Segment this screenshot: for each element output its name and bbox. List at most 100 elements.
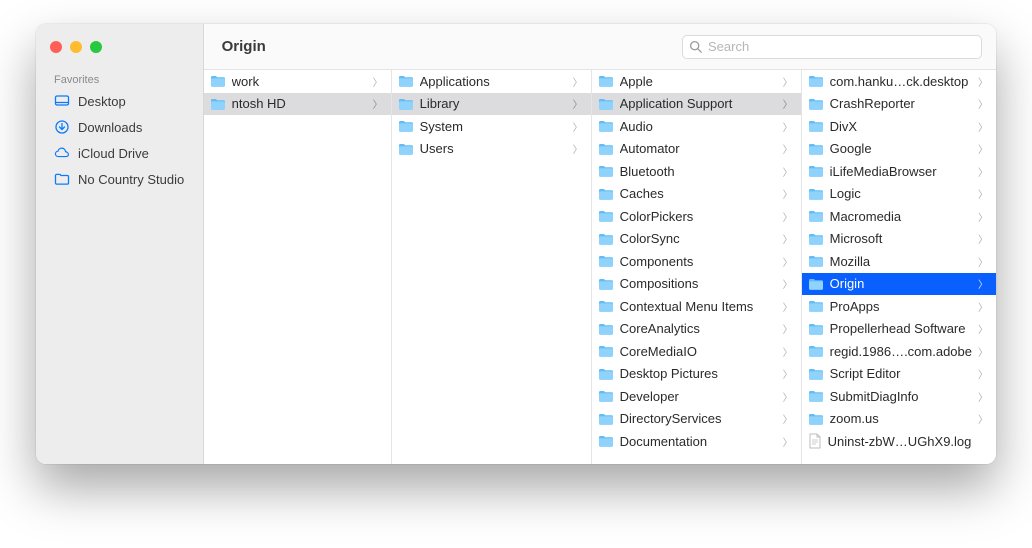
- folder-icon: [598, 322, 614, 336]
- folder-row[interactable]: Apple〉: [592, 70, 801, 93]
- item-label: Documentation: [620, 434, 777, 449]
- search-field[interactable]: [682, 35, 982, 59]
- folder-row[interactable]: Mozilla〉: [802, 250, 996, 273]
- chevron-right-icon: 〉: [978, 344, 988, 359]
- folder-row[interactable]: ntosh HD〉: [204, 93, 391, 116]
- folder-icon: [808, 142, 824, 156]
- folder-row[interactable]: ProApps〉: [802, 295, 996, 318]
- folder-icon: [598, 74, 614, 88]
- folder-row[interactable]: Audio〉: [592, 115, 801, 138]
- chevron-right-icon: 〉: [783, 231, 793, 246]
- folder-row[interactable]: Microsoft〉: [802, 228, 996, 251]
- folder-icon: [398, 74, 414, 88]
- folder-row[interactable]: zoom.us〉: [802, 408, 996, 431]
- folder-row[interactable]: Compositions〉: [592, 273, 801, 296]
- folder-row[interactable]: Contextual Menu Items〉: [592, 295, 801, 318]
- chevron-right-icon: 〉: [978, 209, 988, 224]
- folder-icon: [808, 277, 824, 291]
- folder-row[interactable]: Propellerhead Software〉: [802, 318, 996, 341]
- item-label: Users: [420, 141, 567, 156]
- folder-row[interactable]: Automator〉: [592, 138, 801, 161]
- chevron-right-icon: 〉: [783, 119, 793, 134]
- folder-row[interactable]: Components 〉: [592, 250, 801, 273]
- folder-icon: [54, 104, 70, 254]
- column-1[interactable]: Applications〉Library〉System〉 Users 〉: [392, 70, 592, 464]
- folder-icon: [808, 412, 824, 426]
- column-2[interactable]: Apple〉Application Support〉Audio〉Automato…: [592, 70, 802, 464]
- folder-icon: [808, 299, 824, 313]
- folder-row[interactable]: CoreAnalytics〉: [592, 318, 801, 341]
- sidebar-item[interactable]: No Country Studio: [36, 166, 203, 192]
- item-label: Application Support: [620, 96, 777, 111]
- folder-row[interactable]: Bluetooth〉: [592, 160, 801, 183]
- folder-row[interactable]: DirectoryServices〉: [592, 408, 801, 431]
- folder-icon: [598, 277, 614, 291]
- folder-row[interactable]: Developer〉: [592, 385, 801, 408]
- folder-icon: [598, 254, 614, 268]
- minimize-window-button[interactable]: [70, 41, 82, 53]
- folder-row[interactable]: work〉: [204, 70, 391, 93]
- folder-row[interactable]: Origin〉: [802, 273, 996, 296]
- folder-row[interactable]: SubmitDiagInfo〉: [802, 385, 996, 408]
- folder-icon: [398, 119, 414, 133]
- folder-row[interactable]: Google〉: [802, 138, 996, 161]
- sidebar-item-label: iCloud Drive: [78, 146, 149, 161]
- column-3[interactable]: com.hanku…ck.desktop〉CrashReporter〉DivX〉…: [802, 70, 996, 464]
- item-label: CoreAnalytics: [620, 321, 777, 336]
- column-0[interactable]: work〉ntosh HD〉: [204, 70, 392, 464]
- folder-row[interactable]: Desktop Pictures〉: [592, 363, 801, 386]
- sidebar: Favorites DesktopDownloadsiCloud DriveNo…: [36, 24, 204, 464]
- search-input[interactable]: [708, 39, 975, 54]
- column-view: work〉ntosh HD〉 Applications〉Library〉Syst…: [204, 70, 996, 464]
- folder-row[interactable]: Logic〉: [802, 183, 996, 206]
- item-label: Logic: [830, 186, 972, 201]
- folder-row[interactable]: Library〉: [392, 93, 591, 116]
- item-label: Macromedia: [830, 209, 972, 224]
- folder-row[interactable]: iLifeMediaBrowser〉: [802, 160, 996, 183]
- chevron-right-icon: 〉: [783, 74, 793, 89]
- folder-row[interactable]: DivX〉: [802, 115, 996, 138]
- item-label: SubmitDiagInfo: [830, 389, 972, 404]
- folder-row[interactable]: Macromedia 〉: [802, 205, 996, 228]
- chevron-right-icon: 〉: [783, 164, 793, 179]
- folder-row[interactable]: Documentation 〉: [592, 430, 801, 453]
- chevron-right-icon: 〉: [978, 299, 988, 314]
- folder-row[interactable]: ColorSync 〉: [592, 228, 801, 251]
- item-label: Library: [420, 96, 567, 111]
- folder-row[interactable]: Script Editor〉: [802, 363, 996, 386]
- folder-icon: [598, 187, 614, 201]
- item-label: ColorSync: [620, 231, 777, 246]
- chevron-right-icon: 〉: [783, 186, 793, 201]
- chevron-right-icon: 〉: [783, 141, 793, 156]
- folder-row[interactable]: System〉: [392, 115, 591, 138]
- folder-icon: [598, 119, 614, 133]
- item-label: Desktop Pictures: [620, 366, 777, 381]
- chevron-right-icon: 〉: [573, 141, 583, 156]
- chevron-right-icon: 〉: [783, 276, 793, 291]
- item-label: Google: [830, 141, 972, 156]
- chevron-right-icon: 〉: [783, 434, 793, 449]
- folder-row[interactable]: regid.1986….com.adobe〉: [802, 340, 996, 363]
- item-label: DirectoryServices: [620, 411, 777, 426]
- folder-icon: [808, 254, 824, 268]
- item-label: Components: [620, 254, 777, 269]
- folder-row[interactable]: Users 〉: [392, 138, 591, 161]
- sidebar-item-label: No Country Studio: [78, 172, 184, 187]
- folder-row[interactable]: ColorPickers〉: [592, 205, 801, 228]
- folder-icon: [598, 434, 614, 448]
- folder-row[interactable]: com.hanku…ck.desktop〉: [802, 70, 996, 93]
- chevron-right-icon: 〉: [978, 366, 988, 381]
- folder-icon: [808, 367, 824, 381]
- folder-icon: [598, 97, 614, 111]
- file-row[interactable]: Uninst-zbW…UGhX9.log: [802, 430, 996, 453]
- folder-row[interactable]: Applications〉: [392, 70, 591, 93]
- folder-row[interactable]: Application Support〉: [592, 93, 801, 116]
- chevron-right-icon: 〉: [978, 74, 988, 89]
- folder-row[interactable]: CrashReporter〉: [802, 93, 996, 116]
- folder-row[interactable]: Caches〉: [592, 183, 801, 206]
- folder-row[interactable]: CoreMediaIO〉: [592, 340, 801, 363]
- item-label: ntosh HD: [232, 96, 367, 111]
- zoom-window-button[interactable]: [90, 41, 102, 53]
- item-label: CoreMediaIO: [620, 344, 777, 359]
- chevron-right-icon: 〉: [783, 254, 793, 269]
